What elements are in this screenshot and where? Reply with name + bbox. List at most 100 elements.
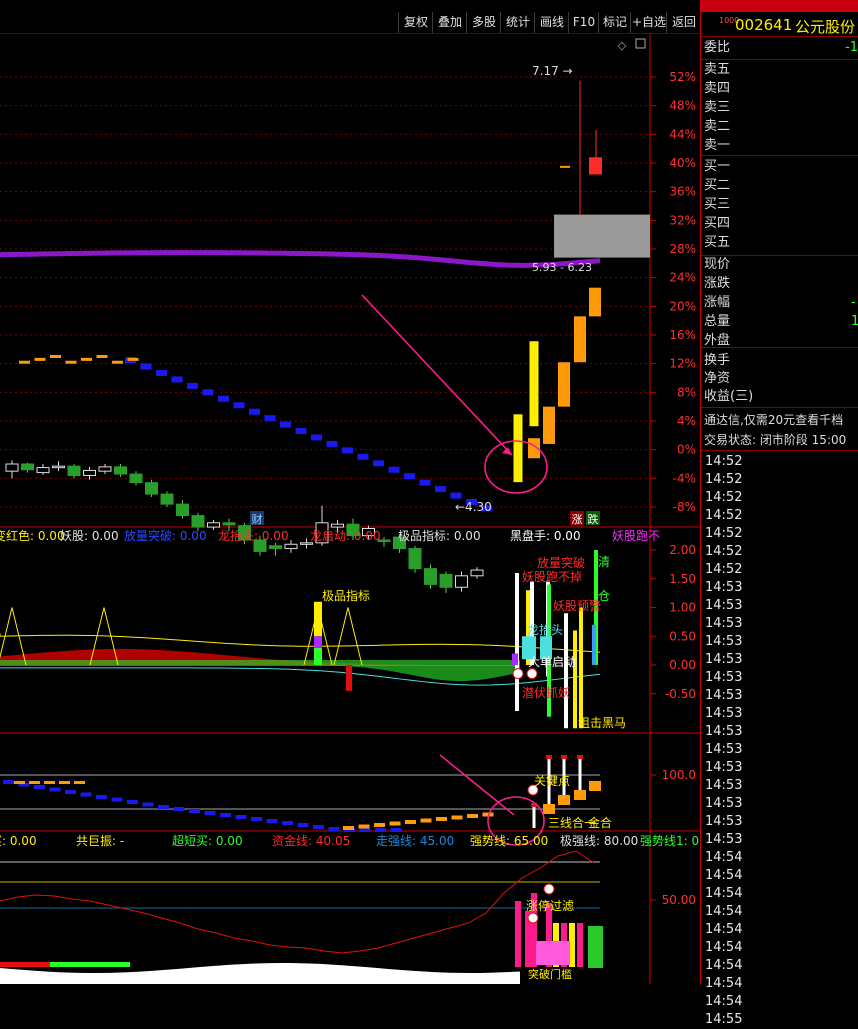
- trade-status: 交易状态: 闭市阶段 15:00: [704, 433, 847, 447]
- y-tick-label: 52%: [669, 70, 696, 84]
- candle-body: [129, 473, 143, 484]
- trend-step: [140, 363, 152, 370]
- stat-value: 1: [851, 314, 858, 329]
- trend-step: [419, 479, 431, 486]
- sell-level-label: 卖三: [704, 100, 731, 115]
- stat-label: 涨幅: [704, 295, 731, 310]
- trend-step: [388, 466, 400, 473]
- annotation-label: 放量突破: [537, 555, 585, 570]
- y-tick-label: -0.50: [665, 687, 696, 701]
- orange-bar: [558, 362, 570, 407]
- extra-label: 换手: [704, 353, 731, 368]
- sell-level-label: 卖一: [704, 138, 731, 153]
- trend-step: [375, 828, 386, 832]
- extra-label: 净资: [704, 371, 731, 386]
- annotation-label: 金合: [588, 815, 612, 830]
- tick-time: 14:53: [705, 634, 743, 649]
- signal-bar: [573, 630, 577, 729]
- trend-step: [343, 826, 354, 830]
- annotation-label: 极品指标: [322, 588, 370, 603]
- trend-step: [127, 357, 139, 361]
- tick-time: 14:52: [705, 472, 743, 487]
- plus-icon: [526, 668, 538, 680]
- y-tick-label: 4%: [677, 414, 696, 428]
- toolbar-button-5[interactable]: F10: [568, 12, 599, 33]
- tick-time: 14:54: [705, 958, 743, 973]
- trend-step: [187, 382, 198, 389]
- signal-bar: [515, 901, 521, 967]
- candle-body: [98, 466, 112, 472]
- legend-item: 买: 0.00: [0, 834, 37, 848]
- legend-item: 黑盘手: 0.00: [510, 528, 581, 543]
- marker-cai: 财: [252, 512, 263, 526]
- tick-time: 14:53: [705, 796, 743, 811]
- toolbar-button-6[interactable]: 标记: [598, 12, 631, 33]
- toolbar-button-4[interactable]: 画线: [534, 12, 569, 33]
- trend-step: [467, 814, 478, 818]
- legend-item: 妖股: 0.00: [60, 529, 119, 543]
- notice-text[interactable]: 通达信,仅需20元查看千档: [704, 411, 843, 429]
- y-tick-label: 12%: [669, 357, 696, 371]
- stock-name[interactable]: 公元股份: [795, 16, 855, 37]
- annotation-label: 龙抬头: [527, 623, 563, 637]
- chart-toolbar: 复权 叠加 多股 统计 画线 F10 标记 +自选 返回: [0, 0, 700, 33]
- trend-step: [158, 805, 169, 809]
- candle-body: [36, 467, 50, 474]
- high-price-label: 7.17 →: [532, 64, 573, 78]
- y-tick-label: 20%: [669, 299, 696, 313]
- signal-bar: [577, 923, 583, 967]
- trend-step: [204, 811, 216, 815]
- trend-step: [311, 434, 322, 441]
- orange-bar: [574, 316, 586, 363]
- candle-body: [191, 515, 205, 528]
- toolbar-button-7[interactable]: +自选: [630, 12, 667, 33]
- red-band: [0, 962, 50, 967]
- trend-step: [59, 781, 70, 784]
- trend-step: [373, 460, 384, 467]
- trend-step: [202, 389, 214, 396]
- trend-step: [357, 453, 369, 460]
- candle-body: [52, 465, 65, 469]
- signal-cap: [577, 755, 583, 759]
- stock-code[interactable]: 002641: [735, 16, 792, 34]
- trend-step: [233, 402, 245, 409]
- annotation-arrow: [439, 754, 515, 816]
- trend-step: [328, 827, 340, 831]
- trend-step: [251, 817, 262, 821]
- trend-step: [313, 825, 324, 829]
- signal-bar: [592, 624, 596, 665]
- trend-step: [264, 415, 276, 422]
- toolbar-button-0[interactable]: 复权: [398, 12, 433, 33]
- toolbar-button-1[interactable]: 叠加: [432, 12, 467, 33]
- orange-bar: [589, 287, 601, 317]
- marker-zhang: 涨: [572, 513, 583, 526]
- signal-bar: [512, 653, 518, 665]
- sell-level-label: 卖五: [704, 62, 731, 77]
- toolbar-button-8[interactable]: 返回: [666, 12, 701, 33]
- extra-label: 收益(三): [704, 389, 754, 404]
- tick-time: 14:54: [705, 994, 743, 1009]
- signal-cap: [546, 755, 552, 759]
- y-tick-label: 32%: [669, 213, 696, 227]
- quote-panel: 1000 002641 公元股份 委比 -1 卖五 卖四 卖三 卖二 卖一 买一 买二 买三…: [700, 12, 858, 1027]
- annotation-label: 妖股跑不掉: [522, 570, 582, 584]
- candle-body: [455, 575, 468, 588]
- toolbar-button-2[interactable]: 多股: [466, 12, 501, 33]
- toolbar-button-3[interactable]: 统计: [500, 12, 535, 33]
- orange-bar: [543, 804, 555, 814]
- tick-time: 14:53: [705, 724, 743, 739]
- y-tick-label: 28%: [669, 242, 696, 256]
- trend-step: [171, 376, 183, 383]
- legend-item: 龙抬头: 0.00: [218, 529, 289, 543]
- trend-step: [65, 790, 76, 794]
- green-band: [0, 660, 520, 666]
- trend-step: [342, 447, 353, 454]
- tick-time: 14:54: [705, 868, 743, 883]
- legend-item: 变红色: 0.00: [0, 528, 65, 543]
- y-tick-label: 0%: [677, 443, 696, 457]
- y-tick-label: 40%: [669, 156, 696, 170]
- signal-cap: [561, 755, 567, 759]
- tick-time: 14:53: [705, 760, 743, 775]
- trend-step: [389, 821, 401, 826]
- signal-bar: [314, 636, 322, 648]
